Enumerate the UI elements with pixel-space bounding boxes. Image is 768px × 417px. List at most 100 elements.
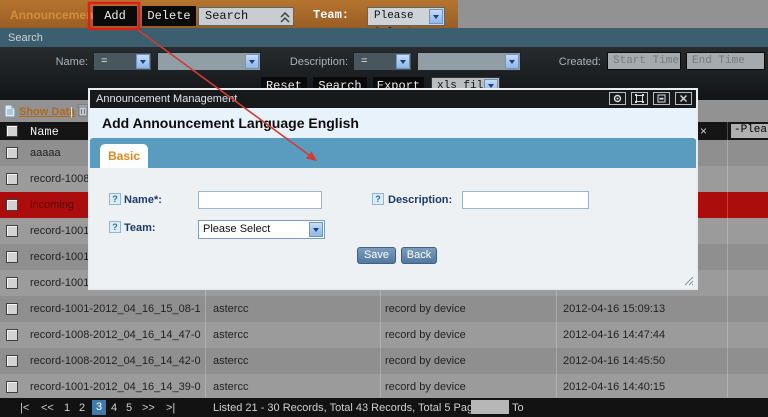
row-checkbox[interactable] — [6, 381, 18, 393]
cell-created: 2012-04-16 14:45:50 — [563, 355, 665, 367]
page-number[interactable]: 5 — [126, 402, 132, 414]
cell-created: 2012-04-16 14:47:44 — [563, 329, 665, 341]
delete-button[interactable]: Delete — [142, 6, 196, 26]
name-operator-select[interactable]: = — [93, 52, 152, 71]
team-select[interactable]: Please Select — [367, 7, 445, 26]
name-column-header[interactable]: Name — [30, 125, 59, 139]
description-operator-value: = — [361, 55, 367, 67]
current-page-number[interactable]: 3 — [92, 400, 106, 415]
team-field-select[interactable]: Please Select — [198, 220, 325, 239]
row-checkbox[interactable] — [6, 303, 18, 315]
jump-to-page-input[interactable] — [471, 400, 509, 414]
modal-form: ? Name*: ? Description: ? Team: Please S… — [90, 168, 696, 288]
cell-created: 2012-04-16 14:40:15 — [563, 381, 665, 393]
end-time-input[interactable]: End Time — [686, 52, 765, 70]
name-operator-value: = — [101, 55, 107, 67]
cell-name: record-1001-2012_04_16_15_08-1 — [30, 303, 201, 315]
cell-description: record by device — [385, 381, 466, 393]
question-icon[interactable]: ? — [372, 193, 384, 205]
table-row[interactable]: record-1001-2012_04_16_15_08-1 astercc r… — [0, 296, 768, 322]
document-icon — [4, 104, 16, 118]
last-page-button[interactable]: >| — [166, 402, 175, 414]
tab-basic[interactable]: Basic — [100, 144, 148, 168]
clear-filter-icon[interactable]: × — [700, 124, 707, 138]
name-field-input[interactable] — [198, 191, 322, 209]
filter-created-label: Created: — [547, 56, 601, 68]
name-field-label: Name*: — [124, 194, 162, 206]
tab-announcements[interactable]: Announcements — [10, 8, 104, 22]
question-icon[interactable]: ? — [109, 221, 121, 233]
cell-team: astercc — [213, 303, 248, 315]
search-collapse-select[interactable]: Search — [198, 7, 294, 26]
cell-name: record-1008- — [30, 173, 93, 185]
modal-title: Announcement Management — [96, 93, 237, 105]
close-icon[interactable] — [675, 92, 692, 105]
cell-name: record-1001-2012_04_16_14_39-0 — [30, 381, 201, 393]
column-filter-select[interactable]: -Plea — [731, 124, 768, 138]
cell-team: astercc — [213, 355, 248, 367]
resize-handle-icon[interactable] — [684, 276, 694, 286]
select-all-checkbox[interactable] — [6, 125, 18, 137]
cell-name: record-1008-2012_04_16_14_42-0 — [30, 355, 201, 367]
modal-heading-band: Add Announcement Language English — [90, 108, 696, 138]
row-checkbox[interactable] — [6, 251, 18, 263]
name-value-select[interactable] — [157, 52, 261, 71]
question-icon[interactable]: ? — [109, 193, 121, 205]
row-checkbox[interactable] — [6, 147, 18, 159]
chevron-down-icon[interactable] — [136, 54, 150, 69]
cell-description: record by device — [385, 303, 466, 315]
cell-name: incoming — [30, 199, 74, 211]
chevron-down-icon[interactable] — [429, 9, 443, 24]
cell-team: astercc — [213, 329, 248, 341]
table-row[interactable]: record-1008-2012_04_16_14_42-0 astercc r… — [0, 348, 768, 374]
filter-name-label: Name: — [36, 56, 88, 68]
chevron-down-icon[interactable] — [309, 222, 323, 237]
cell-name: record-1001- — [30, 225, 93, 237]
maximize-icon[interactable] — [631, 92, 648, 105]
link-separator: | — [70, 106, 73, 118]
page-number[interactable]: 1 — [64, 402, 70, 414]
show-data-link[interactable]: Show Data — [19, 106, 75, 118]
page-number[interactable]: 4 — [111, 402, 117, 414]
prev-page-button[interactable]: << — [41, 402, 54, 414]
row-checkbox[interactable] — [6, 277, 18, 289]
modal-tab-bar: Basic — [90, 138, 696, 168]
save-button[interactable]: Save — [357, 247, 396, 264]
target-icon[interactable] — [609, 92, 626, 105]
page-number[interactable]: 2 — [79, 402, 85, 414]
chevron-down-icon[interactable] — [245, 54, 259, 69]
row-checkbox[interactable] — [6, 199, 18, 211]
modal-title-bar[interactable]: Announcement Management — [90, 90, 696, 108]
first-page-button[interactable]: |< — [20, 402, 29, 414]
column-divider — [727, 122, 728, 398]
search-collapse-label: Search — [205, 9, 248, 23]
team-field-label: Team: — [124, 222, 156, 234]
row-checkbox[interactable] — [6, 173, 18, 185]
next-page-button[interactable]: >> — [142, 402, 155, 414]
minimize-icon[interactable] — [653, 92, 670, 105]
chevron-down-icon[interactable] — [396, 54, 410, 69]
cell-team: astercc — [213, 381, 248, 393]
chevron-down-icon[interactable] — [505, 54, 519, 69]
row-checkbox[interactable] — [6, 329, 18, 341]
modal-window-controls — [609, 92, 692, 105]
table-row[interactable]: record-1008-2012_04_16_14_47-0 astercc r… — [0, 322, 768, 348]
table-row[interactable]: record-1001-2012_04_16_14_39-0 astercc r… — [0, 374, 768, 400]
description-value-select[interactable] — [417, 52, 521, 71]
description-field-input[interactable] — [462, 191, 589, 209]
search-panel-header[interactable] — [0, 28, 768, 47]
double-chevron-up-icon — [280, 12, 290, 23]
cell-name: record-1008-2012_04_16_14_47-0 — [30, 329, 201, 341]
row-checkbox[interactable] — [6, 355, 18, 367]
row-checkbox[interactable] — [6, 225, 18, 237]
app-screen: Announcements Add Delete Search Team: Pl… — [0, 0, 768, 417]
team-label: Team: — [313, 8, 349, 22]
description-operator-select[interactable]: = — [353, 52, 412, 71]
team-field-value: Please Select — [203, 223, 270, 235]
cell-name: aaaaa — [30, 147, 61, 159]
start-time-input[interactable]: Start Time — [607, 52, 681, 70]
cell-name: record-1001- — [30, 251, 93, 263]
search-panel-title: Search — [8, 32, 43, 44]
add-button[interactable]: Add — [93, 6, 137, 26]
back-button[interactable]: Back — [401, 247, 437, 264]
